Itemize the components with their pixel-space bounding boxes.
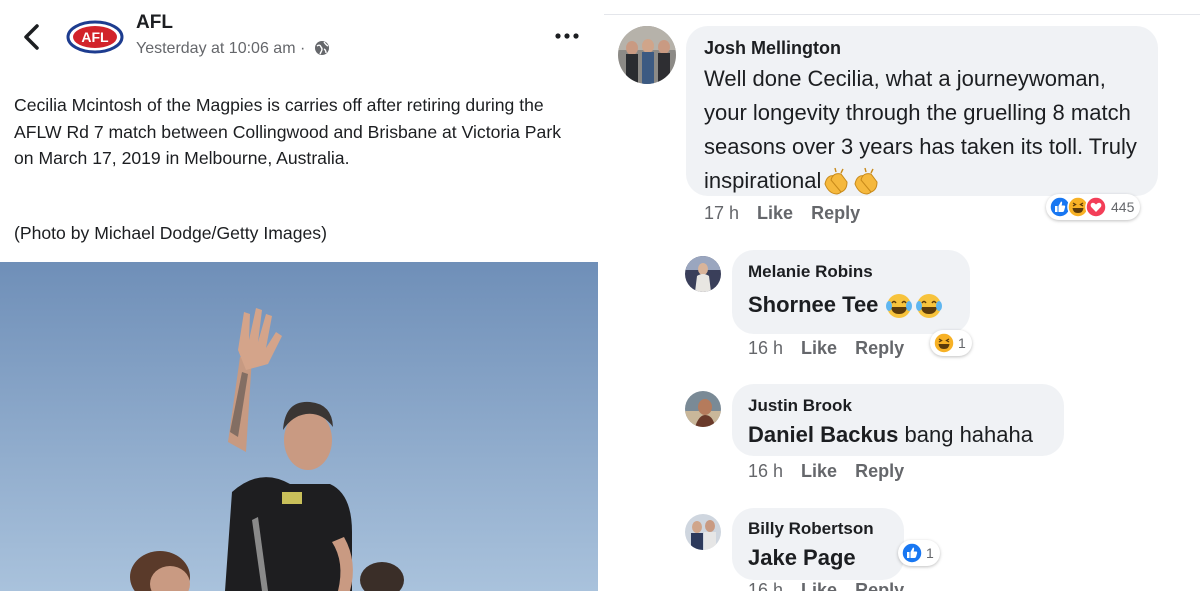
comment-text: Well done Cecilia, what a journeywoman, …: [704, 62, 1149, 198]
more-options-icon[interactable]: [552, 24, 582, 44]
reply-button[interactable]: Reply: [855, 580, 904, 591]
comment-text-body: bang hahaha: [898, 422, 1033, 447]
post-photo[interactable]: [0, 262, 598, 591]
tagged-person[interactable]: Daniel Backus: [748, 422, 898, 447]
comment-author[interactable]: Melanie Robins: [748, 262, 873, 282]
reaction-count: 1: [958, 335, 966, 351]
comment-author[interactable]: Justin Brook: [748, 396, 852, 416]
avatar[interactable]: [685, 514, 721, 550]
like-button[interactable]: Like: [801, 461, 837, 482]
reply-button[interactable]: Reply: [855, 461, 904, 482]
reaction-count: 445: [1111, 199, 1135, 215]
comment-text-body: Well done Cecilia, what a journeywoman, …: [704, 66, 1137, 193]
reply-button[interactable]: Reply: [811, 203, 860, 224]
comment-author[interactable]: Josh Mellington: [704, 38, 841, 59]
avatar[interactable]: [685, 391, 721, 427]
like-icon: [901, 542, 923, 564]
tagged-person[interactable]: Shornee Tee: [748, 292, 878, 317]
post-timestamp[interactable]: Yesterday at 10:06 am: [136, 40, 296, 57]
like-button[interactable]: Like: [757, 203, 793, 224]
love-icon: [1085, 196, 1107, 218]
comment-time: 17 h: [704, 203, 740, 223]
reply-button[interactable]: Reply: [855, 338, 904, 359]
haha-icon: [933, 332, 955, 354]
reaction-count: 1: [926, 545, 934, 561]
clapping-hands-icon: [824, 168, 878, 195]
post-caption: Cecilia Mcintosh of the Magpies is carri…: [14, 95, 561, 168]
reaction-summary[interactable]: 1: [898, 540, 940, 566]
comment-actions: 16 h Like Reply: [748, 461, 922, 482]
meta-separator: ·: [299, 40, 306, 57]
like-button[interactable]: Like: [801, 580, 837, 591]
post-panel: AFL AFL Yesterday at 10:06 am · Cecilia …: [0, 0, 598, 591]
comments-panel: Josh Mellington Well done Cecilia, what …: [604, 0, 1200, 591]
comment-actions: 17 h Like Reply: [704, 203, 878, 224]
comment-time: 16 h: [748, 461, 784, 481]
comment-author[interactable]: Billy Robertson: [748, 519, 874, 539]
avatar[interactable]: [618, 26, 676, 84]
comment-actions: 16 h Like Reply: [748, 338, 922, 359]
comment-time: 16 h: [748, 580, 784, 591]
avatar[interactable]: [685, 256, 721, 292]
comment-text: Daniel Backus bang hahaha: [748, 422, 1033, 448]
reaction-summary[interactable]: 445: [1046, 194, 1141, 220]
post-meta: Yesterday at 10:06 am ·: [136, 40, 330, 58]
like-button[interactable]: Like: [801, 338, 837, 359]
comment-actions: 16 h Like Reply: [748, 580, 922, 591]
comment-time: 16 h: [748, 338, 784, 358]
tagged-person[interactable]: Jake Page: [748, 545, 856, 570]
comment-text: Shornee Tee: [748, 292, 947, 320]
page-name[interactable]: AFL: [136, 12, 173, 34]
photo-credit: (Photo by Michael Dodge/Getty Images): [14, 223, 327, 243]
chevron-left-icon[interactable]: [18, 22, 46, 52]
comment-text: Jake Page: [748, 545, 856, 571]
afl-logo-text: AFL: [81, 29, 109, 45]
reaction-summary[interactable]: 1: [930, 330, 972, 356]
divider: [604, 14, 1200, 15]
globe-icon: [314, 41, 329, 55]
tears-of-joy-icon: [885, 294, 942, 319]
afl-logo[interactable]: AFL: [66, 20, 124, 54]
